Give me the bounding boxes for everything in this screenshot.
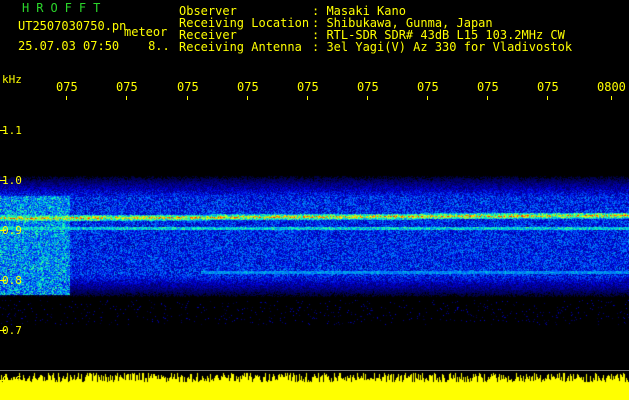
time-label: 075 bbox=[237, 80, 259, 94]
time-label: 0800 bbox=[597, 80, 626, 94]
time-label: 075 bbox=[116, 80, 138, 94]
freq-tick bbox=[0, 230, 6, 231]
antenna-value: : 3el Yagi(V) Az 330 for Vladivostok bbox=[312, 40, 573, 54]
antenna-label: Receiving Antenna bbox=[179, 40, 302, 54]
freq-tick bbox=[0, 130, 6, 131]
freq-tick bbox=[0, 380, 6, 381]
antenna-row: Receiving Antenna : 3el Yagi(V) Az 330 f… bbox=[179, 41, 572, 53]
freq-tick bbox=[0, 280, 6, 281]
time-label: 075 bbox=[417, 80, 439, 94]
signal-level-canvas bbox=[0, 372, 629, 400]
hrofft-window: HROFFT UT2507030750.pn meteor 25.07.03 0… bbox=[0, 0, 629, 400]
timestamp-line: 25.07.03 07:50 8.. bbox=[18, 40, 170, 52]
time-label: 075 bbox=[537, 80, 559, 94]
freq-tick bbox=[0, 180, 6, 181]
file-name: UT2507030750.pn bbox=[18, 19, 127, 33]
time-label: 075 bbox=[357, 80, 379, 94]
time-label: 075 bbox=[56, 80, 78, 94]
spectrogram-canvas bbox=[0, 100, 629, 372]
baseline-divider bbox=[0, 370, 629, 371]
station-info: Observer : Masaki Kano Receiving Locatio… bbox=[179, 5, 572, 53]
time-label: 075 bbox=[177, 80, 199, 94]
time-label: 075 bbox=[297, 80, 319, 94]
spectrogram bbox=[0, 100, 629, 372]
timestamp: 25.07.03 07:50 bbox=[18, 39, 120, 53]
signal-level-bar bbox=[0, 372, 629, 400]
counter: 8.. bbox=[148, 39, 170, 53]
app-logo: HROFFT bbox=[22, 1, 108, 15]
unit-label: kHz bbox=[2, 73, 22, 86]
freq-tick bbox=[0, 330, 6, 331]
time-label: 075 bbox=[477, 80, 499, 94]
meteor-tag: meteor bbox=[124, 25, 168, 39]
